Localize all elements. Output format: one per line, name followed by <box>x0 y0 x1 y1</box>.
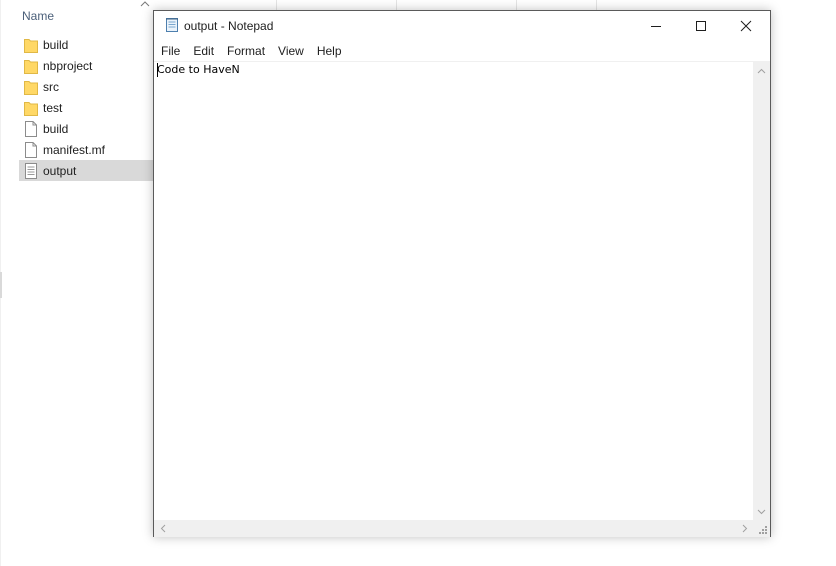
sort-ascending-icon <box>140 1 150 7</box>
minimize-button[interactable] <box>633 11 679 41</box>
maximize-icon <box>696 21 706 31</box>
folder-icon <box>24 101 38 116</box>
menu-file[interactable]: File <box>154 41 186 61</box>
column-header-name[interactable]: Name <box>22 9 54 23</box>
text-caret <box>157 63 158 77</box>
editor-content[interactable]: Code to HaveN <box>157 63 240 76</box>
file-icon <box>25 120 37 137</box>
scroll-right-button[interactable] <box>736 520 753 537</box>
file-name: test <box>43 100 63 115</box>
scroll-up-button[interactable] <box>753 62 770 79</box>
scroll-left-button[interactable] <box>154 520 171 537</box>
maximize-button[interactable] <box>678 11 724 41</box>
file-name: src <box>43 79 59 94</box>
menu-help[interactable]: Help <box>310 41 348 61</box>
menu-format[interactable]: Format <box>220 41 271 61</box>
notepad-window[interactable]: output - Notepad File Edit Format View H… <box>153 10 771 537</box>
close-icon <box>740 20 752 32</box>
file-name: output <box>43 163 77 178</box>
folder-icon <box>24 59 38 74</box>
file-name: build <box>43 37 69 52</box>
folder-icon <box>24 80 38 95</box>
minimize-icon <box>651 26 661 27</box>
chevron-left-icon <box>160 524 165 533</box>
file-row-build-folder[interactable]: build <box>19 34 153 55</box>
column-separator[interactable] <box>396 0 397 10</box>
text-file-icon <box>25 162 37 179</box>
file-name: manifest.mf <box>43 142 106 157</box>
file-row-src-folder[interactable]: src <box>19 76 153 97</box>
file-row-nbproject-folder[interactable]: nbproject <box>19 55 153 76</box>
window-title: output - Notepad <box>184 19 274 33</box>
file-name: build <box>43 121 69 136</box>
chevron-right-icon <box>742 524 747 533</box>
column-separator[interactable] <box>596 0 597 10</box>
scroll-down-button[interactable] <box>753 503 770 520</box>
column-separator[interactable] <box>276 0 277 10</box>
resize-grip-icon <box>759 526 767 534</box>
menu-bar: File Edit Format View Help <box>154 41 770 61</box>
folder-icon <box>24 38 38 53</box>
explorer-scroll-marker <box>0 272 2 298</box>
chevron-up-icon <box>757 68 766 73</box>
vertical-scrollbar[interactable] <box>753 62 770 520</box>
chevron-down-icon <box>757 509 766 514</box>
file-name: nbproject <box>43 58 93 73</box>
text-editor[interactable]: Code to HaveN <box>154 61 770 537</box>
horizontal-scrollbar[interactable] <box>154 520 753 537</box>
file-row-build-file[interactable]: build <box>19 118 153 139</box>
file-row-test-folder[interactable]: test <box>19 97 153 118</box>
menu-edit[interactable]: Edit <box>186 41 220 61</box>
column-separator[interactable] <box>516 0 517 10</box>
file-icon <box>25 141 37 158</box>
file-row-output[interactable]: output <box>19 160 153 181</box>
close-button[interactable] <box>723 11 769 41</box>
file-row-manifest[interactable]: manifest.mf <box>19 139 153 160</box>
title-bar[interactable]: output - Notepad <box>154 11 770 41</box>
resize-grip[interactable] <box>753 520 770 537</box>
menu-view[interactable]: View <box>271 41 310 61</box>
notepad-app-icon[interactable] <box>164 17 180 33</box>
